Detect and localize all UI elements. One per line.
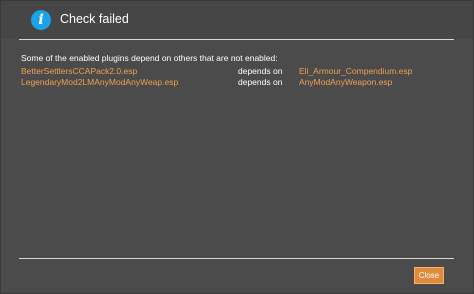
dialog-title: Check failed: [60, 12, 129, 26]
relation-label: depends on: [238, 77, 283, 87]
relation-label: depends on: [238, 66, 283, 76]
required-plugin-name: Eli_Armour_Compendium.esp: [299, 66, 413, 76]
footer-divider: [19, 258, 454, 259]
dialog-content: Some of the enabled plugins depend on ot…: [21, 53, 451, 88]
required-plugin-name: AnyModAnyWeapon.esp: [299, 77, 393, 87]
dialog-message: Some of the enabled plugins depend on ot…: [21, 53, 278, 63]
plugin-name: LegendaryMod2LMAnyModAnyWeap.esp: [21, 77, 179, 87]
info-icon: i: [31, 10, 51, 30]
header-divider: [19, 39, 454, 40]
dependency-row: LegendaryMod2LMAnyModAnyWeap.esp depends…: [21, 77, 451, 88]
check-failed-dialog: i Check failed Some of the enabled plugi…: [0, 0, 474, 294]
dialog-header: i Check failed: [1, 1, 473, 39]
close-button[interactable]: Close: [414, 267, 444, 284]
dependency-row: BetterSettlersCCAPack2.0.esp depends on …: [21, 66, 451, 77]
plugin-name: BetterSettlersCCAPack2.0.esp: [21, 66, 138, 76]
